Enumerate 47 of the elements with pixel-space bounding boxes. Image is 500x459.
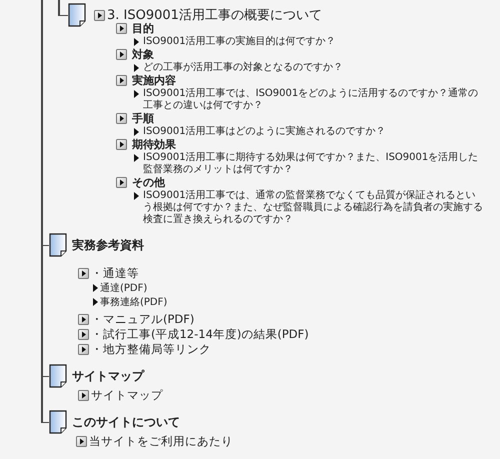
category-link[interactable]: 手順 (132, 111, 154, 126)
question-link[interactable]: ISO9001活用工事の実施目的は何ですか？ (143, 36, 336, 48)
menu-link[interactable]: ・試行工事(平成12-14年度)の結果(PDF) (91, 327, 309, 342)
arrow-box-icon (116, 23, 127, 34)
arrow-icon (134, 38, 139, 46)
question-link[interactable]: ISO9001活用工事はどのように実施されるのですか？ (143, 126, 386, 138)
arrow-box-icon (116, 113, 127, 124)
section-title[interactable]: 実務参考資料 (72, 236, 144, 254)
question-link[interactable]: どの工事が活用工事の対象となるのですか？ (143, 62, 343, 74)
section-title[interactable]: このサイトについて (72, 414, 180, 430)
category-link[interactable]: 期待効果 (132, 137, 176, 152)
page-title-link[interactable]: 3. ISO9001活用工事の概要について (107, 6, 322, 24)
page-icon (49, 410, 67, 434)
arrow-icon (134, 128, 139, 136)
arrow-box-icon (78, 390, 89, 401)
arrow-box-icon (116, 49, 127, 60)
arrow-box-icon (116, 177, 127, 188)
sub-link[interactable]: 事務連絡(PDF) (100, 295, 168, 309)
question-link[interactable]: ISO9001活用工事では、通常の監督業務でなくても品質が保証されるという根拠は何ですか？また、なぜ監督職員による確認行為を請負者の実施する検査に置き換えられるのですか？ (143, 190, 483, 226)
arrow-box-icon (78, 329, 89, 340)
page-icon (49, 233, 67, 257)
question-link[interactable]: ISO9001活用工事に期待する効果は何ですか？また、ISO9001を活用した監督業務のメリットは何ですか？ (143, 152, 483, 176)
arrow-box-icon (116, 75, 127, 86)
page-icon (68, 3, 86, 27)
arrow-box-icon (78, 314, 89, 325)
menu-link[interactable]: サイトマップ (91, 388, 163, 403)
menu-link[interactable]: ・地方整備局等リンク (91, 342, 211, 357)
menu-link[interactable]: ・通達等 (91, 266, 139, 281)
arrow-box-icon (78, 268, 89, 279)
question-link[interactable]: ISO9001活用工事では、ISO9001をどのように活用するのですか？通常の工事との違いは何ですか？ (143, 88, 483, 112)
arrow-box-icon (94, 10, 105, 20)
arrow-icon (134, 154, 139, 162)
category-link[interactable]: その他 (132, 175, 165, 190)
menu-link[interactable]: 当サイトをご利用にあたり (89, 434, 233, 449)
menu-link[interactable]: ・マニュアル(PDF) (91, 312, 194, 327)
arrow-icon (134, 90, 139, 98)
arrow-icon (134, 64, 139, 72)
sub-link[interactable]: 通達(PDF) (100, 281, 148, 295)
category-link[interactable]: 実施内容 (132, 73, 176, 88)
arrow-box-icon (116, 139, 127, 150)
section-title[interactable]: サイトマップ (72, 368, 144, 384)
page-icon (49, 364, 67, 388)
arrow-icon (134, 192, 139, 200)
category-link[interactable]: 対象 (132, 47, 154, 62)
category-link[interactable]: 目的 (132, 21, 154, 36)
arrow-box-icon (78, 344, 89, 355)
arrow-box-icon (76, 436, 87, 447)
